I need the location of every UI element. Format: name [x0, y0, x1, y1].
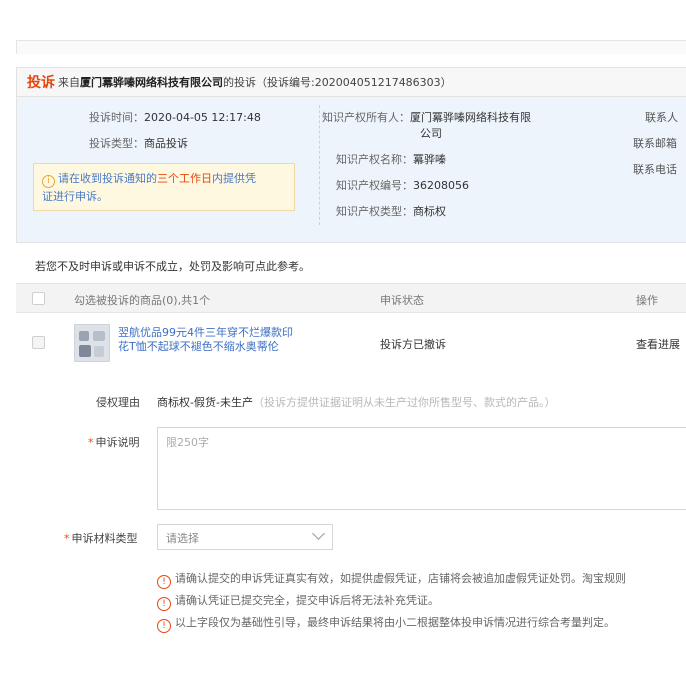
reason-label: 侵权理由 [96, 396, 140, 409]
ip-name-value: 冪骅嗪 [413, 153, 446, 166]
warning-circle-icon: ! [157, 619, 171, 633]
material-label: * 申诉材料类型 [64, 530, 138, 546]
complaint-time-label: 投诉时间： [89, 111, 144, 124]
reason-value: 商标权-假货-未生产（投诉方提供证据证明从未生产过你所售型号、款式的产品。） [157, 394, 555, 410]
reason-text: 商标权-假货-未生产 [157, 396, 253, 409]
complaint-page: 投诉 来自 厦门冪骅嗪网络科技有限公司 的投诉（投诉编号:20200405121… [0, 0, 686, 686]
complaint-time-value: 2020-04-05 12:17:48 [144, 111, 261, 124]
complaint-type: 投诉类型：商品投诉 [89, 135, 188, 151]
tip-text-1: 请确认提交的申诉凭证真实有效，如提供虚假凭证，店铺将会被追加虚假凭证处罚。淘宝规… [175, 572, 626, 585]
warning-circle-icon: ! [157, 597, 171, 611]
notice-line2: 证进行申诉。 [42, 190, 108, 203]
complaint-info-panel: 投诉时间：2020-04-05 12:17:48 投诉类型：商品投诉 i 请在收到… [16, 97, 686, 243]
ip-owner: 知识产权所有人：厦门冪骅嗪网络科技有限 [322, 109, 531, 125]
panel-divider [319, 105, 320, 225]
col-status-header: 申诉状态 [380, 294, 424, 307]
ip-owner-value: 厦门冪骅嗪网络科技有限 [410, 111, 531, 124]
tip-authenticity: ! 请确认提交的申诉凭证真实有效，如提供虚假凭证，店铺将会被追加虚假凭证处罚。淘宝… [157, 570, 626, 589]
tip-text-2: 请确认凭证已提交完全，提交申诉后将无法补充凭证。 [175, 594, 439, 607]
ip-type: 知识产权类型：商标权 [336, 203, 446, 219]
complainant-company: 厦门冪骅嗪网络科技有限公司 [80, 76, 223, 89]
tip-completeness: ! 请确认凭证已提交完全，提交申诉后将无法补充凭证。 [157, 592, 439, 611]
product-thumbnail[interactable] [74, 324, 110, 362]
warning-circle-icon: i [42, 175, 55, 188]
table-row: 翌航优品99元4件三年穿不烂爆款印 花T恤不起球不褪色不缩水奥蒂伦 投诉方已撤诉… [16, 316, 686, 372]
consequence-link[interactable]: 若您不及时申诉或申诉不成立，处罚及影响可点此参考。 [35, 258, 310, 274]
ip-name-label: 知识产权名称： [336, 153, 413, 166]
ip-type-value: 商标权 [413, 205, 446, 218]
material-label-text: 申诉材料类型 [71, 532, 138, 545]
ip-type-label: 知识产权类型： [336, 205, 413, 218]
goods-table-header: 勾选被投诉的商品(0),共1个 申诉状态 操作 [16, 283, 686, 313]
ip-owner-label: 知识产权所有人： [322, 111, 410, 124]
product-name-line1: 翌航优品99元4件三年穿不烂爆款印 [118, 326, 293, 339]
ip-owner-line2: 公司 [420, 125, 442, 141]
material-type-select[interactable]: 请选择 [157, 524, 333, 550]
select-all-checkbox[interactable] [32, 292, 45, 305]
contact-person-label: 联系人 [645, 111, 678, 124]
product-name-line2: 花T恤不起球不褪色不缩水奥蒂伦 [118, 340, 279, 353]
appeal-description-textarea[interactable]: 限250字 [157, 427, 686, 510]
complaint-number: 的投诉（投诉编号:202004051217486303） [223, 76, 452, 89]
complaint-type-value: 商品投诉 [144, 137, 188, 150]
complaint-header: 投诉 来自 厦门冪骅嗪网络科技有限公司 的投诉（投诉编号:20200405121… [16, 67, 686, 97]
tip-guidance: ! 以上字段仅为基础性引导，最终申诉结果将由小二根据整体投申诉情况进行综合考量判定… [157, 614, 615, 633]
ip-number: 知识产权编号：36208056 [336, 177, 469, 193]
notice-suffix: 内提供凭 [212, 172, 256, 185]
ip-number-value: 36208056 [413, 179, 469, 192]
contact-email-label: 联系邮箱 [633, 137, 677, 150]
desc-label: * 申诉说明 [88, 434, 140, 450]
required-asterisk: * [88, 436, 94, 449]
deadline-notice: i 请在收到投诉通知的三个工作日内提供凭 证进行申诉。 [33, 163, 295, 211]
contact-phone-label: 联系电话 [633, 163, 677, 176]
view-progress-link[interactable]: 查看进展 [636, 336, 680, 352]
notice-highlight: 三个工作日 [157, 172, 212, 185]
ip-owner-value-line2: 公司 [420, 127, 442, 140]
ip-number-label: 知识产权编号： [336, 179, 413, 192]
notice-prefix: 请在收到投诉通知的 [58, 172, 157, 185]
desc-label-text: 申诉说明 [95, 436, 140, 449]
product-name-link[interactable]: 翌航优品99元4件三年穿不烂爆款印 花T恤不起球不褪色不缩水奥蒂伦 [118, 326, 336, 354]
material-select-placeholder: 请选择 [166, 532, 199, 545]
complaint-type-label: 投诉类型： [89, 137, 144, 150]
header-from-prefix: 来自 [58, 76, 80, 89]
warning-circle-icon: ! [157, 575, 171, 589]
required-asterisk: * [64, 532, 70, 545]
complaint-time: 投诉时间：2020-04-05 12:17:48 [89, 109, 261, 125]
row-checkbox[interactable] [32, 336, 45, 349]
ip-name: 知识产权名称：冪骅嗪 [336, 151, 446, 167]
top-strip [16, 40, 686, 54]
col-goods-header: 勾选被投诉的商品(0),共1个 [74, 294, 211, 307]
reason-hint: （投诉方提供证据证明从未生产过你所售型号、款式的产品。） [252, 396, 556, 409]
chevron-down-icon [312, 527, 325, 540]
tip-text-3: 以上字段仅为基础性引导，最终申诉结果将由小二根据整体投申诉情况进行综合考量判定。 [175, 616, 615, 629]
col-action-header: 操作 [636, 294, 658, 307]
complaint-title: 投诉 [27, 75, 55, 91]
appeal-status: 投诉方已撤诉 [380, 338, 446, 351]
